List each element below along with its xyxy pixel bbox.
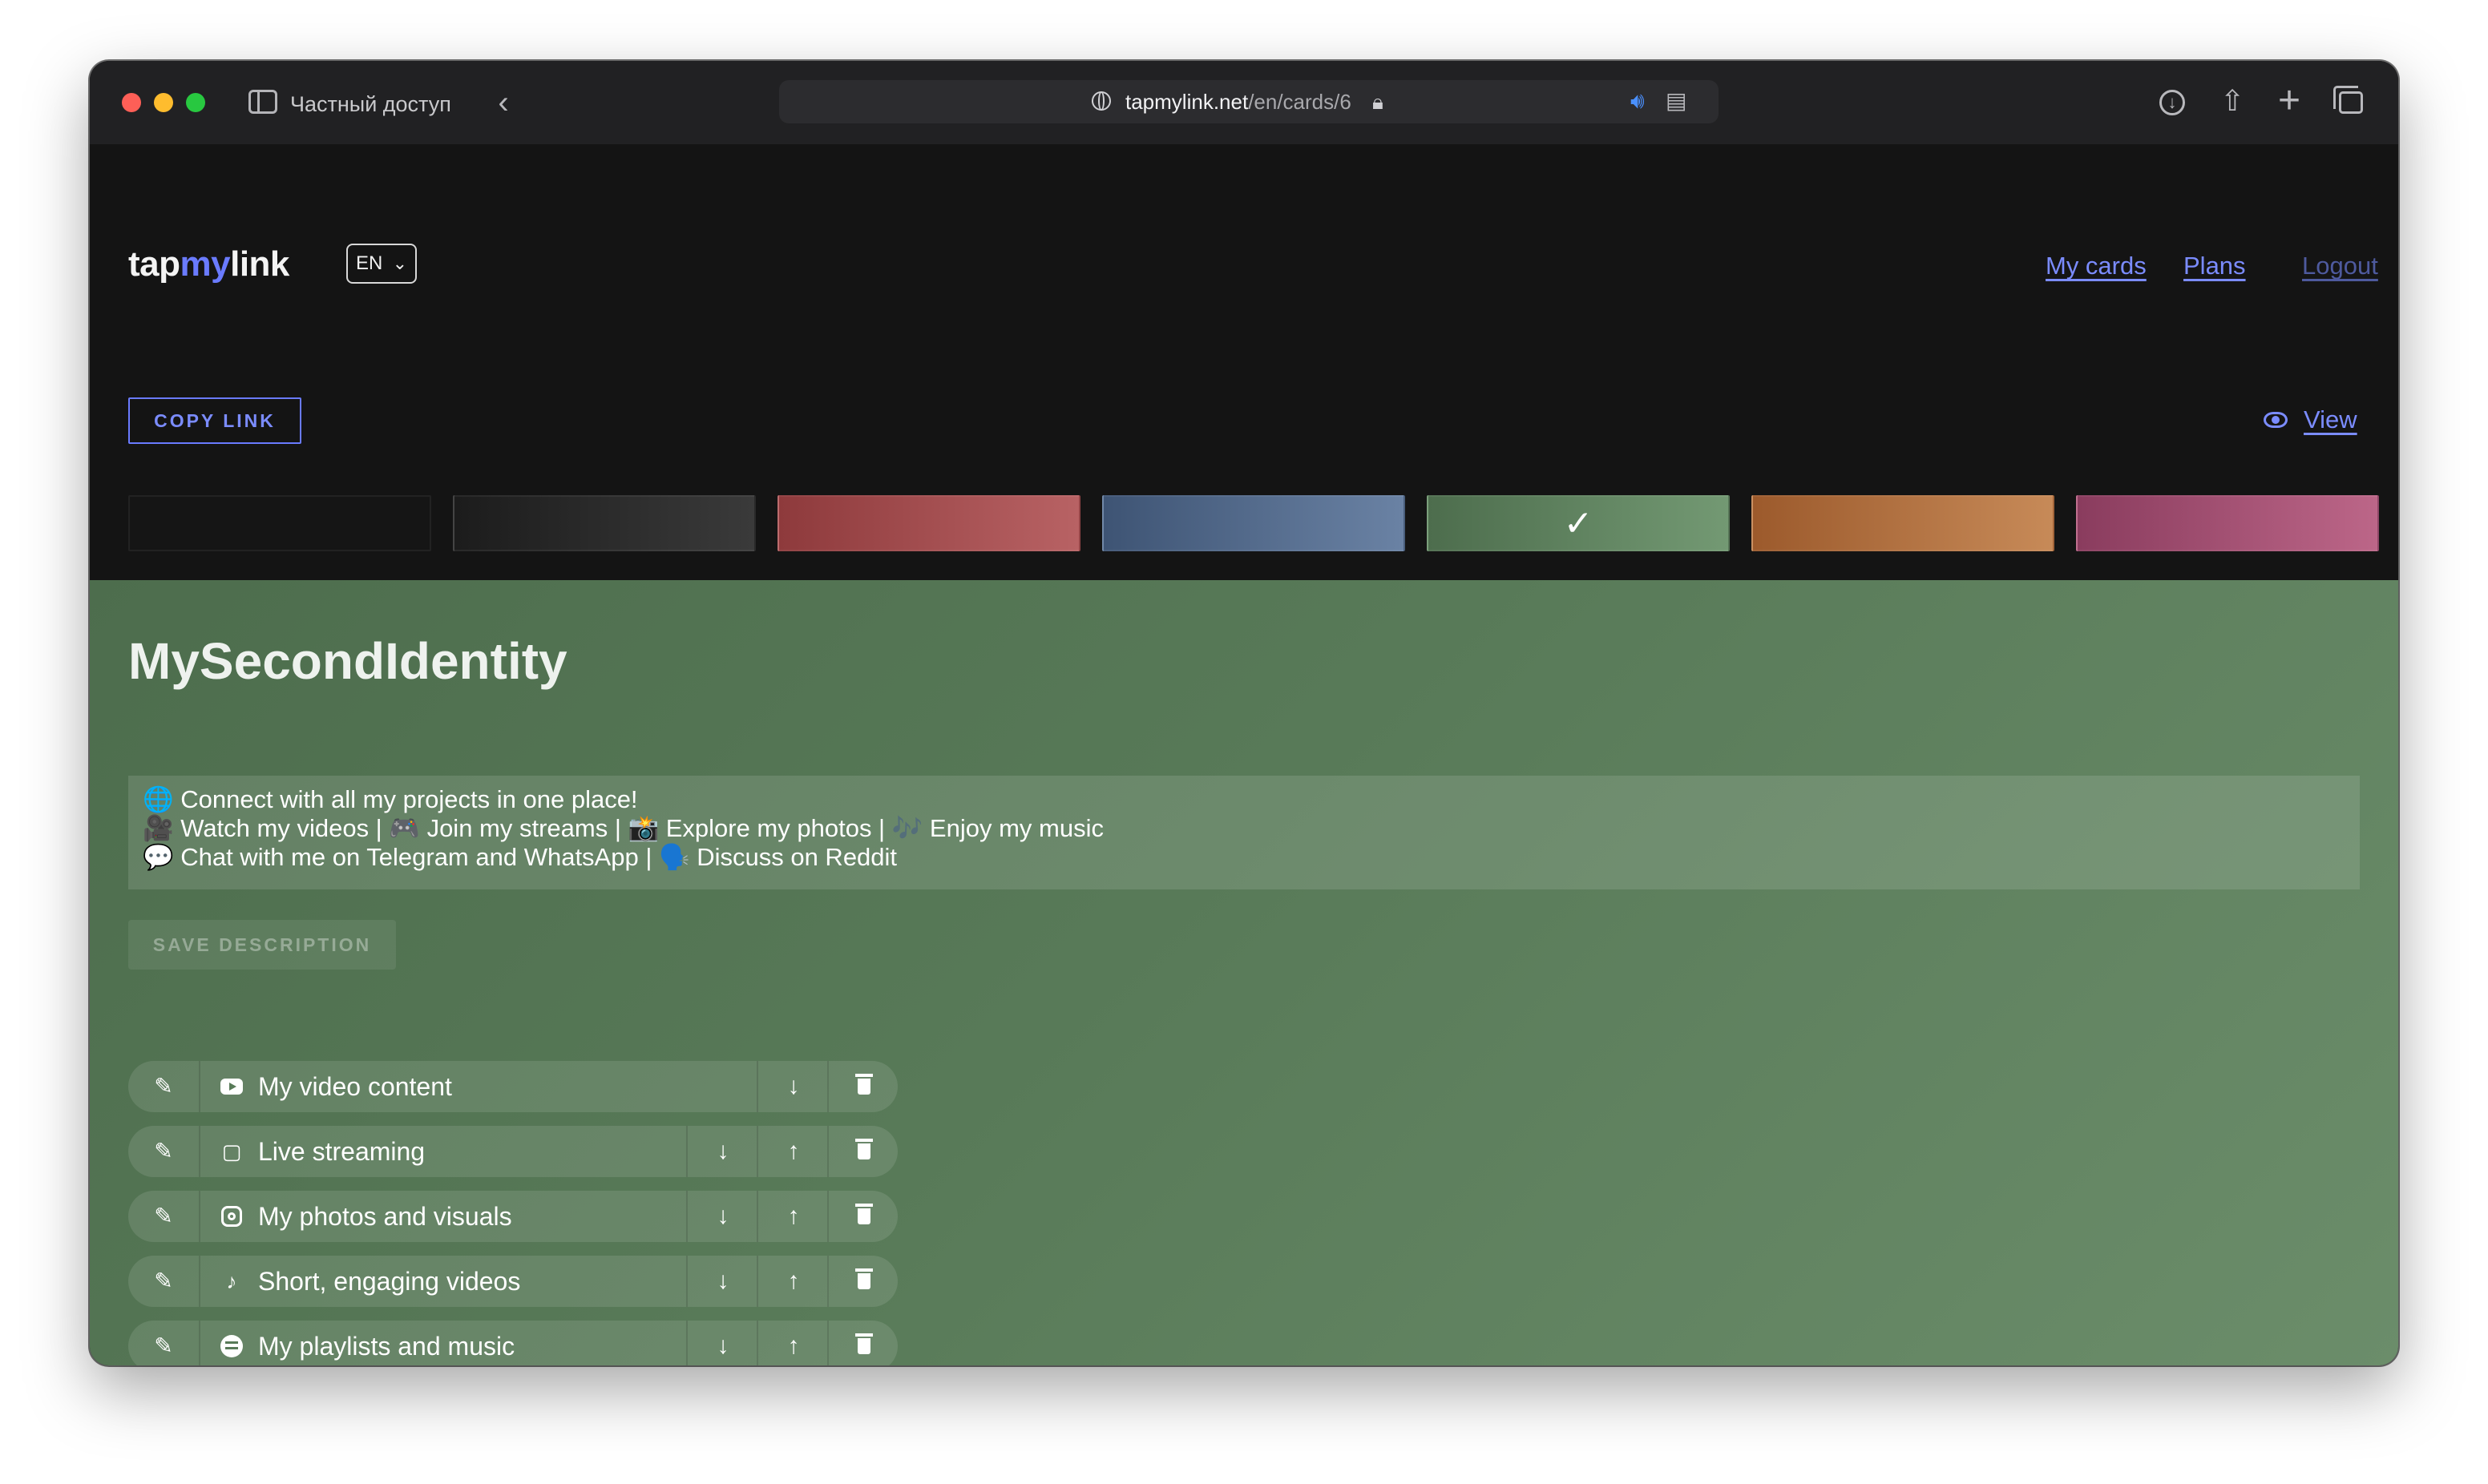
link-row[interactable]: ✎ ▢ Live streaming ↑ ↓ [128, 1126, 898, 1177]
description-line: 🎥 Watch my videos | 🎮 Join my streams | … [143, 814, 1104, 842]
edit-pencil-icon[interactable]: ✎ [128, 1061, 200, 1112]
move-up-arrow-icon[interactable]: ↑ [757, 1256, 829, 1307]
nav-plans-link[interactable]: Plans [2183, 248, 2246, 284]
move-down-arrow-icon[interactable]: ↓ [686, 1126, 758, 1177]
move-down-arrow-icon[interactable]: ↓ [686, 1321, 758, 1365]
link-label: My photos and visuals [258, 1202, 512, 1231]
theme-swatch-dark-gray[interactable] [453, 495, 756, 551]
trash-icon [855, 1204, 873, 1224]
spotify-icon [220, 1335, 243, 1357]
logo-accent: my [180, 244, 231, 284]
globe-icon [1092, 91, 1111, 111]
tiktok-icon: ♪ [226, 1269, 237, 1293]
share-icon[interactable]: ⇧ [2220, 85, 2244, 117]
theme-swatch-black[interactable] [128, 495, 431, 551]
logo-part: tap [128, 244, 180, 284]
instagram-icon [221, 1206, 242, 1227]
url-host: tapmylink.net [1125, 90, 1249, 114]
delete-button[interactable] [827, 1191, 899, 1242]
move-down-arrow-icon[interactable]: ↓ [757, 1061, 829, 1112]
lock-icon: 🔒︎ [1372, 90, 1383, 114]
theme-swatch-orange[interactable] [1751, 495, 2054, 551]
link-label: Live streaming [258, 1137, 426, 1166]
downloads-icon[interactable]: ↓ [2159, 90, 2185, 115]
private-browsing-label: Частный доступ [290, 92, 451, 116]
link-row[interactable]: ✎ My playlists and music ↑ ↓ [128, 1321, 898, 1365]
description-textarea[interactable]: 🌐 Connect with all my projects in one pl… [128, 776, 2360, 889]
description-line: 💬 Chat with me on Telegram and WhatsApp … [143, 843, 898, 871]
nav-my-cards-link[interactable]: My cards [2046, 248, 2147, 284]
link-row[interactable]: ✎ ♪ Short, engaging videos ↑ ↓ [128, 1256, 898, 1307]
move-down-arrow-icon[interactable]: ↓ [686, 1256, 758, 1307]
edit-pencil-icon[interactable]: ✎ [128, 1256, 200, 1307]
card-title[interactable]: MySecondIdentity [128, 625, 567, 697]
logo-part: link [230, 244, 289, 284]
browser-toolbar: Частный доступ ‹ tapmylink.net/en/cards/… [90, 61, 2398, 144]
link-label: My video content [258, 1072, 452, 1101]
url-path: /en/cards/6 [1248, 90, 1351, 114]
close-window-button[interactable] [122, 93, 141, 112]
minimize-window-button[interactable] [154, 93, 173, 112]
delete-button[interactable] [827, 1256, 899, 1307]
logo[interactable]: tapmylink [128, 240, 289, 288]
link-row[interactable]: ✎ My photos and visuals ↑ ↓ [128, 1191, 898, 1242]
link-label: My playlists and music [258, 1332, 515, 1361]
language-value: EN [356, 252, 383, 274]
theme-swatch-red[interactable] [778, 495, 1080, 551]
edit-pencil-icon[interactable]: ✎ [128, 1191, 200, 1242]
trash-icon [855, 1268, 873, 1289]
trash-icon [855, 1333, 873, 1354]
site-header: tapmylink EN ⌄ My cards Plans Logout COPY… [90, 144, 2398, 580]
copy-link-button[interactable]: COPY LINK [128, 397, 301, 444]
checkmark-icon: ✓ [1563, 504, 1593, 543]
delete-button[interactable] [827, 1061, 899, 1112]
nav-logout-link[interactable]: Logout [2302, 248, 2378, 284]
description-line: 🌐 Connect with all my projects in one pl… [143, 785, 638, 813]
theme-swatch-pink[interactable] [2076, 495, 2379, 551]
twitch-icon: ▢ [221, 1139, 242, 1163]
browser-window: Частный доступ ‹ tapmylink.net/en/cards/… [90, 61, 2398, 1365]
delete-button[interactable] [827, 1126, 899, 1177]
edit-pencil-icon[interactable]: ✎ [128, 1126, 200, 1177]
chevron-down-icon: ⌄ [392, 253, 407, 273]
link-row[interactable]: ✎ My video content ↓ [128, 1061, 898, 1112]
maximize-window-button[interactable] [186, 93, 205, 112]
new-tab-icon[interactable]: + [2278, 82, 2300, 120]
trash-icon [855, 1074, 873, 1095]
reader-mode-icon[interactable]: ▤ [1666, 87, 1686, 115]
edit-pencil-icon[interactable]: ✎ [128, 1321, 200, 1365]
sidebar-toggle-icon[interactable] [248, 90, 277, 114]
move-up-arrow-icon[interactable]: ↑ [757, 1126, 829, 1177]
url-text[interactable]: tapmylink.net/en/cards/6 [1125, 86, 1351, 118]
theme-swatch-green[interactable]: ✓ [1427, 495, 1730, 551]
save-description-button[interactable]: SAVE DESCRIPTION [128, 920, 396, 970]
speaker-icon[interactable]: 🔊︎ [1630, 87, 1645, 115]
theme-swatch-blue[interactable] [1102, 495, 1405, 551]
move-up-arrow-icon[interactable]: ↑ [757, 1191, 829, 1242]
youtube-icon [220, 1079, 243, 1095]
delete-button[interactable] [827, 1321, 899, 1365]
link-label: Short, engaging videos [258, 1267, 521, 1296]
language-select[interactable]: EN ⌄ [346, 244, 417, 284]
move-down-arrow-icon[interactable]: ↓ [686, 1191, 758, 1242]
trash-icon [855, 1139, 873, 1159]
card-editor: MySecondIdentity 🌐 Connect with all my p… [90, 580, 2398, 1365]
back-arrow-icon[interactable]: ‹ [487, 85, 519, 120]
view-link[interactable]: View [2264, 401, 2357, 439]
move-up-arrow-icon[interactable]: ↑ [757, 1321, 829, 1365]
tab-overview-icon[interactable] [2333, 86, 2363, 114]
